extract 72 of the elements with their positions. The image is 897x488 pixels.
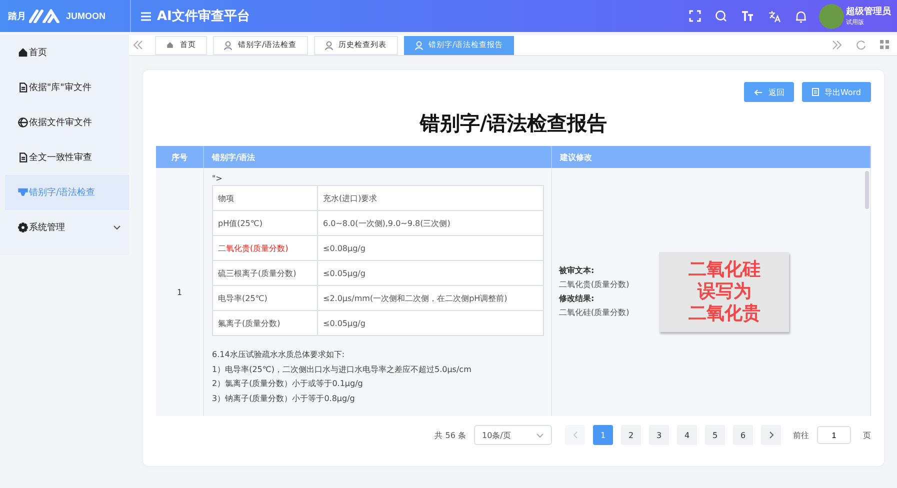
page-suffix: 页 xyxy=(863,430,871,440)
grid-icon[interactable] xyxy=(880,40,889,49)
filter-icon xyxy=(18,187,28,198)
logo-text: JUMOON xyxy=(66,11,106,21)
goto-label: 前往 xyxy=(793,430,809,440)
paragraph: 1）电导率(25℃)，二次侧出口水与进口水电导率之差应不超过5.0μs/cm xyxy=(212,364,472,376)
table-cell: 充水(进口)要求 xyxy=(318,186,544,210)
page-button[interactable]: 6 xyxy=(733,425,753,445)
globe-icon xyxy=(18,117,28,128)
paragraph: 6.14水压试验疏水水质总体要求如下: xyxy=(212,349,346,361)
page-input[interactable]: 1 xyxy=(817,426,851,444)
table-cell: 6.0~8.0(一次侧),9.0~9.8(三次侧) xyxy=(318,210,544,236)
menu-icon[interactable] xyxy=(141,12,151,20)
user-icon xyxy=(414,40,423,50)
page-button[interactable]: 3 xyxy=(649,425,669,445)
chevron-right-icon xyxy=(768,431,774,439)
total-count: 共 56 条 xyxy=(434,430,466,440)
table-cell: ≤0.08μg/g xyxy=(318,236,544,260)
chevron-left-icon xyxy=(572,431,578,439)
table-cell: 物项 xyxy=(212,186,318,210)
label: 被审文本: xyxy=(559,265,596,277)
settings-icon xyxy=(18,222,28,233)
text-fragment: "> xyxy=(212,174,224,183)
arrow-left-icon xyxy=(754,88,764,96)
sidebar-item[interactable]: 依据文件审文件 xyxy=(5,105,129,140)
page-size-select[interactable]: 10条/页 xyxy=(474,425,552,445)
home-icon xyxy=(18,47,28,58)
user-icon xyxy=(324,40,333,50)
fullscreen-icon[interactable] xyxy=(689,10,701,22)
sidebar-item[interactable]: 依据"库"审文件 xyxy=(5,70,129,105)
document-icon xyxy=(812,88,820,96)
original-text: 二氧化贵(质量分数) xyxy=(559,279,630,291)
row-index: 1 xyxy=(176,288,182,296)
table-cell: ≤0.05μg/g xyxy=(318,310,544,336)
annotation-text: 误写为 xyxy=(697,281,752,303)
chevron-down-icon xyxy=(536,432,544,438)
document-icon xyxy=(18,82,28,93)
annotation-text: 二氧化硅 xyxy=(688,259,760,281)
user-icon xyxy=(224,40,232,50)
report-title: 错别字/语法检查报告 xyxy=(418,110,608,137)
double-chevron-left-icon[interactable] xyxy=(133,40,143,50)
app-title: AI文件审查平台 xyxy=(157,8,250,25)
search-icon[interactable] xyxy=(715,10,727,22)
label: 修改结果: xyxy=(559,293,596,305)
home-icon xyxy=(166,41,174,49)
page-button[interactable]: 4 xyxy=(677,425,697,445)
annotation-text: 二氧化贵 xyxy=(688,303,760,325)
translate-icon[interactable] xyxy=(768,10,781,22)
corrected-text: 二氧化硅(质量分数) xyxy=(559,307,630,319)
refresh-icon[interactable] xyxy=(856,40,866,50)
table-cell: pH值(25℃) xyxy=(212,210,318,236)
user-name: 超级管理员 xyxy=(846,6,891,18)
paragraph: 2）氯离子(质量分数）小于或等于0.1μg/g xyxy=(212,378,364,390)
table-cell: 氟离子(质量分数) xyxy=(212,310,318,336)
sidebar-item[interactable]: 首页 xyxy=(5,35,129,70)
table-cell: ≤2.0μs/mm(一次侧和二次侧，在二次侧pH调整前) xyxy=(318,286,544,310)
document-icon xyxy=(18,152,28,163)
sidebar-item[interactable]: 全文一致性审查 xyxy=(5,140,129,175)
logo-text: 踏月 xyxy=(8,10,26,22)
table-cell: 二氧化贵(质量分数) xyxy=(212,236,318,260)
page-button[interactable]: 5 xyxy=(705,425,725,445)
chevron-down-icon[interactable] xyxy=(113,225,121,230)
double-chevron-right-icon[interactable] xyxy=(832,40,842,50)
table-cell: ≤0.05μg/g xyxy=(318,260,544,286)
bell-icon[interactable] xyxy=(795,10,807,22)
table-cell: 电导率(25℃) xyxy=(212,286,318,310)
sidebar-item[interactable]: 系统管理 xyxy=(5,210,129,245)
font-size-icon[interactable] xyxy=(741,10,754,22)
next-page-button[interactable] xyxy=(761,425,781,445)
paragraph: 3）钠离子(质量分数）小于等于0.8μg/g xyxy=(212,392,356,405)
page-button[interactable]: 2 xyxy=(621,425,641,445)
table-cell: 硫三根离子(质量分数) xyxy=(212,260,318,286)
